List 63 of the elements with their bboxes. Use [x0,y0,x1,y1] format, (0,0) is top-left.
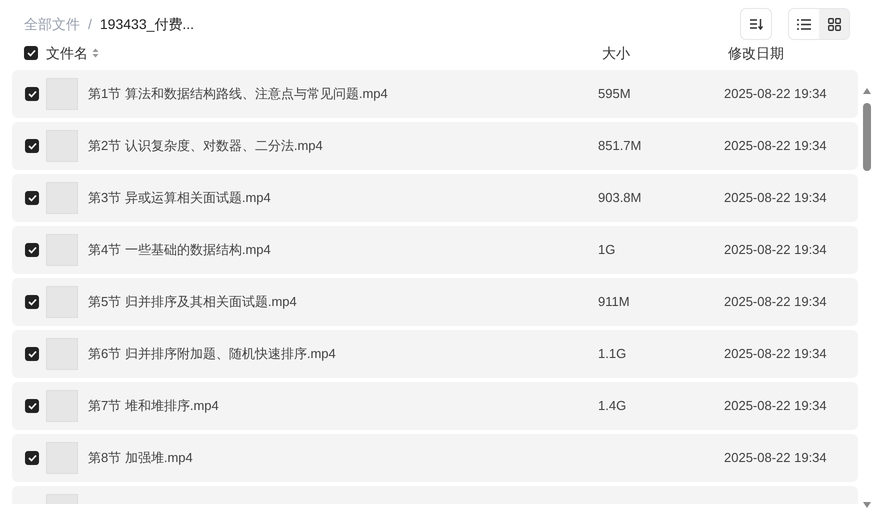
checkbox[interactable] [25,399,39,413]
file-name[interactable]: 第5节 归并排序及其相关面试题.mp4 [88,294,297,310]
list-icon [797,18,811,30]
checkbox[interactable] [24,46,38,60]
file-row[interactable]: 第1节 算法和数据结构路线、注意点与常见问题.mp4 595M 2025-08-22 19:34 [12,70,858,118]
breadcrumb-separator: / [88,14,92,34]
check-icon [28,350,36,358]
column-header[interactable]: 修改日期 [728,44,784,60]
file-size: 851.7M [598,138,642,154]
checkbox[interactable] [25,347,39,361]
modified-date: 2025-08-22 19:34 [724,86,827,102]
check-icon [28,402,36,410]
file-row[interactable]: 第4节 一些基础的数据结构.mp4 1G 2025-08-22 19:34 [12,226,858,274]
file-name[interactable]: 第1节 算法和数据结构路线、注意点与常见问题.mp4 [88,86,388,102]
breadcrumb-current[interactable]: 193433_付费... [100,14,194,34]
check-icon [28,298,36,306]
modified-date: 2025-08-22 19:34 [724,346,827,362]
check-icon [26,49,36,57]
file-name[interactable]: 第6节 归并排序附加题、随机快速排序.mp4 [88,346,336,362]
scrollbar-thumb[interactable] [863,103,871,171]
modified-date: 2025-08-22 19:34 [724,138,827,154]
modified-date: 2025-08-22 19:34 [724,398,827,414]
check-icon [28,90,36,98]
file-name[interactable]: 第3节 异或运算相关面试题.mp4 [88,190,271,206]
file-row[interactable]: 第7节 堆和堆排序.mp4 1.4G 2025-08-22 19:34 [12,382,858,430]
sort-button[interactable] [740,8,772,40]
checkbox[interactable] [25,451,39,465]
file-name[interactable]: 第8节 加强堆.mp4 [88,450,193,466]
checkbox[interactable] [25,139,39,153]
file-size: 903.8M [598,190,642,206]
column-header[interactable]: 文件名 [46,42,88,64]
file-row[interactable]: 第8节 加强堆.mp4 2025-08-22 19:34 [12,434,858,482]
file-name[interactable]: 第4节 一些基础的数据结构.mp4 [88,242,271,258]
sort-arrows-icon[interactable] [92,48,99,58]
file-size: 1.1G [598,346,626,362]
checkbox[interactable] [25,87,39,101]
check-icon [28,194,36,202]
file-size: 1G [598,242,616,258]
checkbox[interactable] [25,191,39,205]
file-row[interactable]: 第6节 归并排序附加题、随机快速排序.mp4 1.1G 2025-08-22 19:34 [12,330,858,378]
checkbox[interactable] [25,243,39,257]
file-name[interactable]: 第2节 认识复杂度、对数器、二分法.mp4 [88,138,323,154]
modified-date: 2025-08-22 19:34 [724,294,827,310]
scroll-up-icon[interactable] [863,88,871,94]
file-row[interactable]: 第2节 认识复杂度、对数器、二分法.mp4 851.7M 2025-08-22 19:34 [12,122,858,170]
column-header[interactable]: 大小 [602,44,630,60]
check-icon [28,142,36,150]
sort-icon [749,18,763,30]
file-size: 595M [598,86,631,102]
grid-icon [828,18,840,30]
check-icon [28,246,36,254]
file-size: 1.4G [598,398,626,414]
modified-date: 2025-08-22 19:34 [724,450,827,466]
check-icon [28,454,36,462]
grid-view-button[interactable] [819,9,849,39]
modified-date: 2025-08-22 19:34 [724,190,827,206]
file-row[interactable]: 第5节 归并排序及其相关面试题.mp4 911M 2025-08-22 19:34 [12,278,858,326]
file-size: 911M [598,294,630,310]
file-name[interactable]: 第7节 堆和堆排序.mp4 [88,398,219,414]
scroll-down-icon[interactable] [863,502,871,508]
file-row[interactable]: 第3节 异或运算相关面试题.mp4 903.8M 2025-08-22 19:34 [12,174,858,222]
modified-date: 2025-08-22 19:34 [724,242,827,258]
checkbox[interactable] [25,295,39,309]
